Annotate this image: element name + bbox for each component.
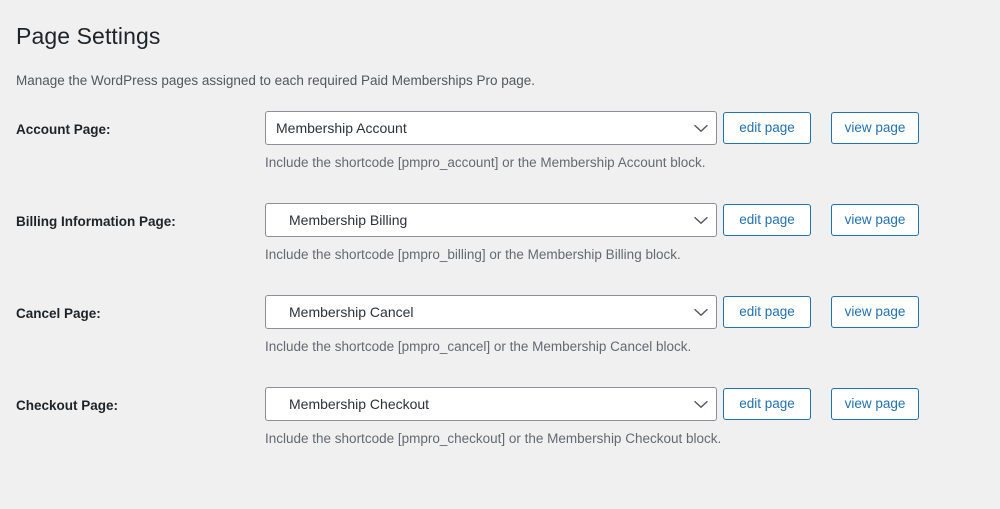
view-page-button-billing[interactable]: view page <box>831 204 919 236</box>
row-label-account: Account Page: <box>16 122 111 137</box>
billing-page-select[interactable]: Membership Billing <box>265 203 717 237</box>
edit-page-button-billing[interactable]: edit page <box>723 204 811 236</box>
cancel-page-select[interactable]: Membership Cancel <box>265 295 717 329</box>
row-spacer <box>16 172 984 203</box>
row-label-billing: Billing Information Page: <box>16 214 176 229</box>
row-field-account: Membership Account edit page view page I… <box>265 111 984 172</box>
row-field-billing: Membership Billing edit page view page I… <box>265 203 984 264</box>
row-field-cancel: Membership Cancel edit page view page In… <box>265 295 984 356</box>
edit-page-button-account[interactable]: edit page <box>723 112 811 144</box>
page-subtitle: Manage the WordPress pages assigned to e… <box>16 73 536 88</box>
help-text-account: Include the shortcode [pmpro_account] or… <box>265 155 706 170</box>
help-text-billing: Include the shortcode [pmpro_billing] or… <box>265 247 681 262</box>
checkout-page-select-value: Membership Checkout <box>265 387 717 421</box>
settings-row-checkout: Checkout Page: Membership Checkout edit … <box>16 387 984 448</box>
billing-page-select-value: Membership Billing <box>265 203 717 237</box>
page-settings-form: Account Page: Membership Account edit pa… <box>16 111 984 448</box>
view-page-button-checkout[interactable]: view page <box>831 388 919 420</box>
view-page-button-cancel[interactable]: view page <box>831 296 919 328</box>
settings-row-billing: Billing Information Page: Membership Bil… <box>16 203 984 264</box>
row-label-checkout: Checkout Page: <box>16 398 119 413</box>
page-settings-screen: Page Settings Manage the WordPress pages… <box>0 0 1000 509</box>
cancel-page-select-value: Membership Cancel <box>265 295 717 329</box>
row-field-checkout: Membership Checkout edit page view page … <box>265 387 984 448</box>
settings-row-cancel: Cancel Page: Membership Cancel edit page… <box>16 295 984 356</box>
help-text-cancel: Include the shortcode [pmpro_cancel] or … <box>265 339 692 354</box>
help-text-checkout: Include the shortcode [pmpro_checkout] o… <box>265 431 722 446</box>
view-page-button-account[interactable]: view page <box>831 112 919 144</box>
row-label-cancel: Cancel Page: <box>16 306 101 321</box>
row-spacer <box>16 264 984 295</box>
control-line: Membership Billing edit page view page <box>265 203 984 237</box>
control-line: Membership Account edit page view page <box>265 111 984 145</box>
control-line: Membership Cancel edit page view page <box>265 295 984 329</box>
edit-page-button-checkout[interactable]: edit page <box>723 388 811 420</box>
control-line: Membership Checkout edit page view page <box>265 387 984 421</box>
account-page-select-value: Membership Account <box>265 111 717 145</box>
row-spacer <box>16 356 984 387</box>
account-page-select[interactable]: Membership Account <box>265 111 717 145</box>
settings-row-account: Account Page: Membership Account edit pa… <box>16 111 984 172</box>
page-title: Page Settings <box>16 23 161 49</box>
edit-page-button-cancel[interactable]: edit page <box>723 296 811 328</box>
checkout-page-select[interactable]: Membership Checkout <box>265 387 717 421</box>
